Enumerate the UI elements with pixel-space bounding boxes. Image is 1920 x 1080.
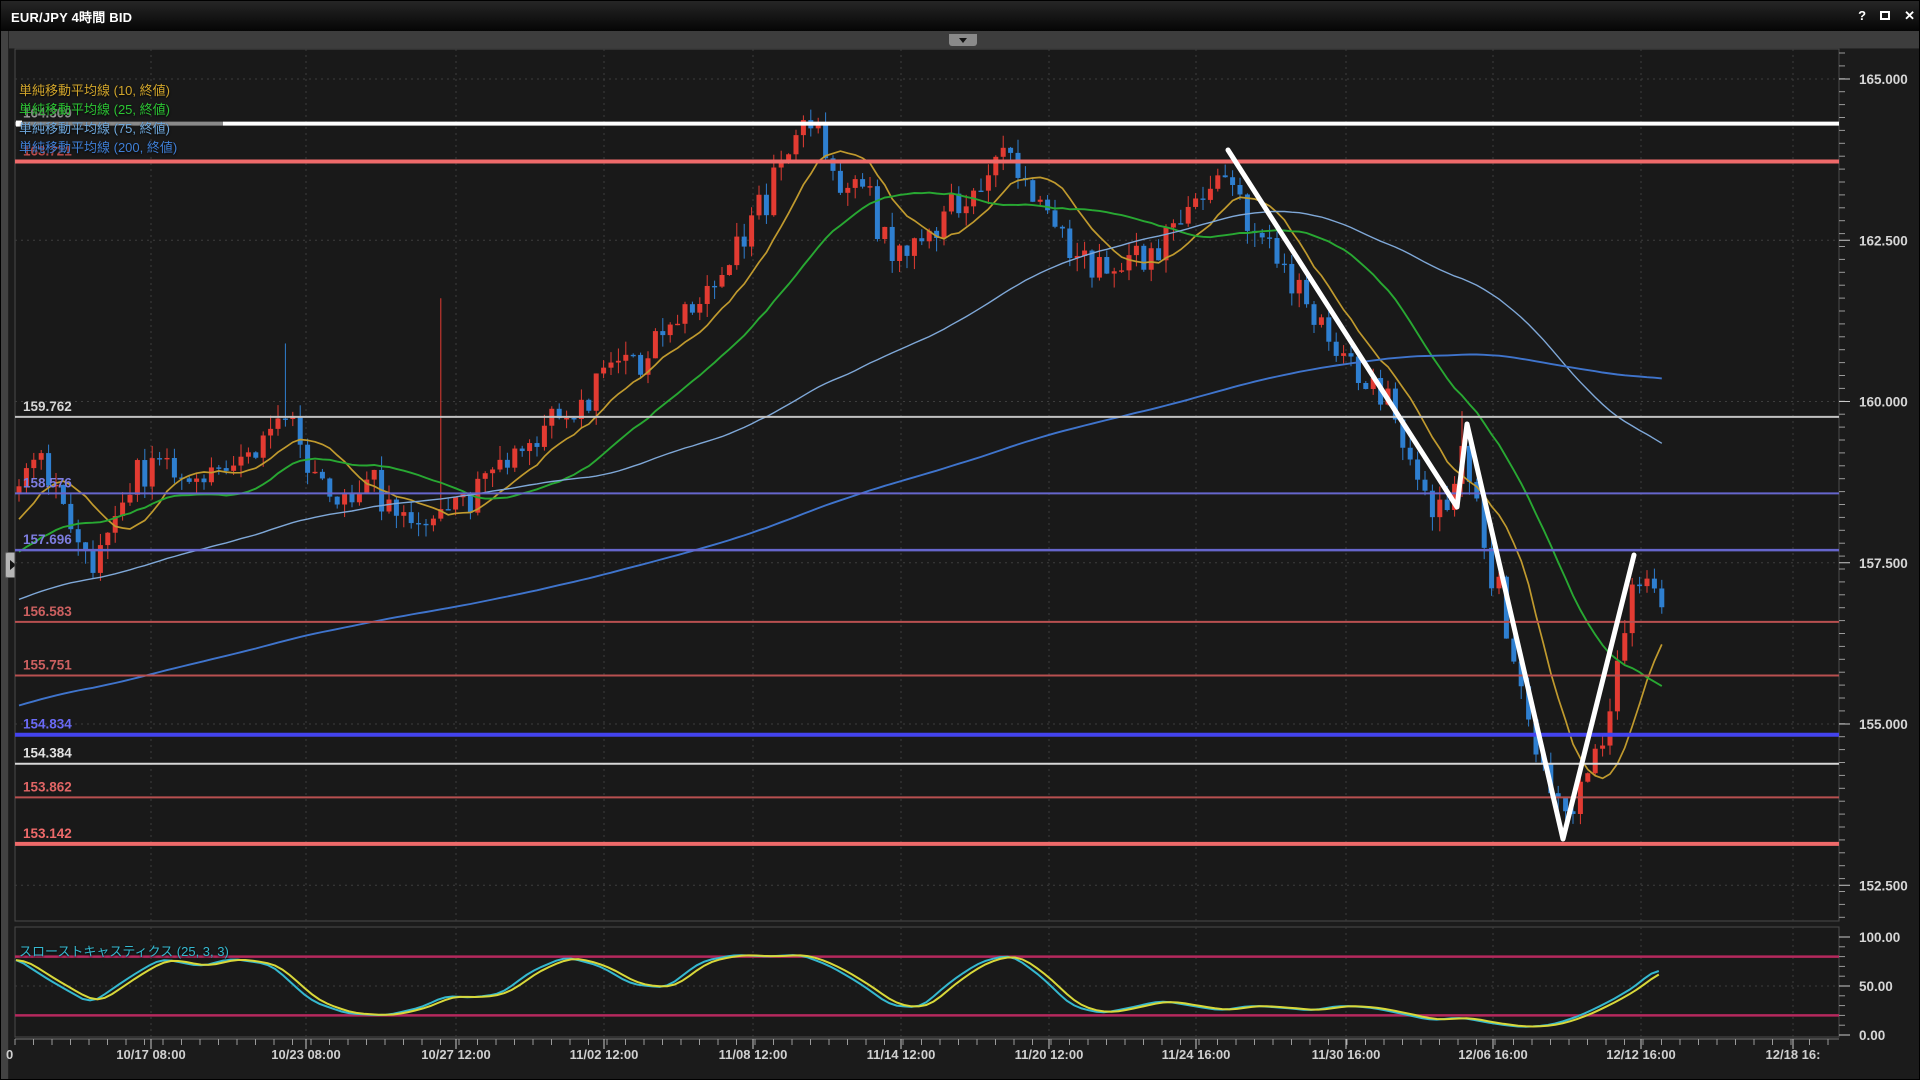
- main-pane[interactable]: [15, 49, 1839, 921]
- price-axis-label: 152.500: [1859, 878, 1908, 893]
- stoch-axis[interactable]: 100.00 50.00 0.00: [1839, 930, 1900, 1043]
- time-axis-label: 0: [6, 1047, 13, 1062]
- time-axis-label: 12/12 16:00: [1606, 1047, 1675, 1062]
- chart-canvas[interactable]: 164.309 163.721 159.762 158.576 157.696 156.5…: [1, 1, 1920, 1080]
- price-axis-label: 155.000: [1859, 717, 1908, 732]
- price-line-label: 164.309: [23, 106, 72, 121]
- time-axis-label: 11/14 12:00: [867, 1047, 936, 1062]
- price-line-label: 163.721: [23, 143, 72, 158]
- price-axis-label: 157.500: [1859, 556, 1908, 571]
- price-axis-label: 165.000: [1859, 72, 1908, 87]
- time-axis-label: 11/08 12:00: [719, 1047, 788, 1062]
- time-axis-label: 11/24 16:00: [1162, 1047, 1231, 1062]
- time-axis-label: 11/30 16:00: [1312, 1047, 1381, 1062]
- price-axis-label: 160.000: [1859, 395, 1908, 410]
- stoch-axis-label: 0.00: [1859, 1028, 1885, 1043]
- price-line-label: 154.384: [23, 746, 72, 761]
- time-axis-label: 12/18 16:: [1766, 1047, 1821, 1062]
- time-axis-label: 11/20 12:00: [1015, 1047, 1084, 1062]
- chart-window: EUR/JPY 4時間 BID ? ✕ 164.309163.721159.76…: [0, 0, 1920, 1080]
- price-line-label: 159.762: [23, 399, 72, 414]
- price-line-label: 155.751: [23, 658, 72, 673]
- time-axis[interactable]: 0 10/17 08:00 10/23 08:00 10/27 12:00 11/02 …: [6, 1039, 1839, 1062]
- price-line-label: 153.862: [23, 779, 72, 794]
- time-axis-label: 12/06 16:00: [1458, 1047, 1527, 1062]
- stoch-axis-label: 100.00: [1859, 930, 1900, 945]
- price-line-label: 157.696: [23, 532, 72, 547]
- price-line-label: 156.583: [23, 604, 72, 619]
- price-line-label: 153.142: [23, 826, 72, 841]
- time-axis-label: 10/27 12:00: [421, 1047, 490, 1062]
- time-axis-label: 10/23 08:00: [271, 1047, 340, 1062]
- price-line-label: 158.576: [23, 475, 72, 490]
- time-axis-label: 10/17 08:00: [116, 1047, 185, 1062]
- price-axis[interactable]: 165.000 162.500 160.000 157.500 155.000 152.5…: [1839, 53, 1908, 917]
- time-axis-label: 11/02 12:00: [570, 1047, 639, 1062]
- price-line-label: 154.834: [23, 717, 72, 732]
- price-axis-label: 162.500: [1859, 233, 1908, 248]
- stoch-axis-label: 50.00: [1859, 979, 1893, 994]
